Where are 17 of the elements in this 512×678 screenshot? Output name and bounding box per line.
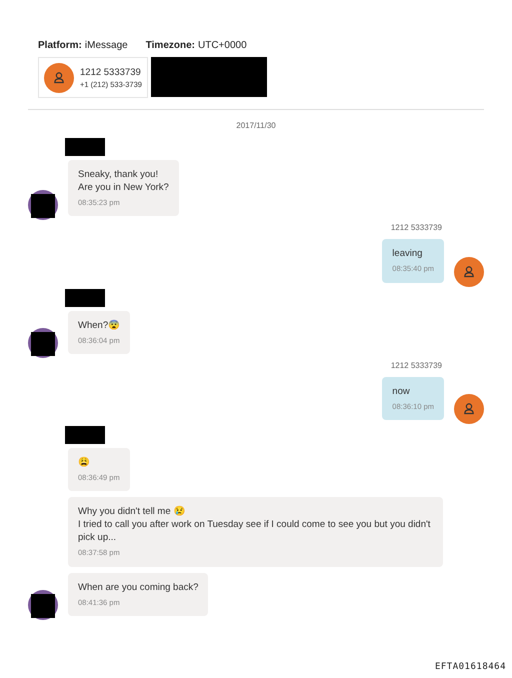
message-text: now [392, 384, 411, 398]
message-text: When?😨 [78, 318, 120, 332]
message-text: 😩 [78, 456, 91, 469]
sender-name: 1212 5333739 [390, 360, 442, 372]
platform-label: Platform: [38, 39, 82, 53]
message-text: leaving [392, 247, 424, 260]
message-text: Sneaky, thank you! Are you in New York? [78, 168, 169, 194]
message-text: Why you didn't tell me 😢 I tried to call you after work on Tuesday see if I could come to see you but you didn't pick up... [78, 505, 432, 544]
sender-name: 1212 5333739 [390, 222, 442, 234]
document-id-label: EFTA01618464 [434, 660, 506, 674]
person-avatar-icon [44, 62, 74, 92]
timezone-value: UTC+0000 [198, 39, 247, 53]
message-text: When are you coming back? [78, 580, 198, 594]
date-label: 2017/11/30 [235, 120, 277, 132]
timezone-label: Timezone: [146, 39, 195, 53]
contact-name: 1212 5333739 [80, 66, 142, 78]
platform-value: iMessage [84, 39, 128, 53]
